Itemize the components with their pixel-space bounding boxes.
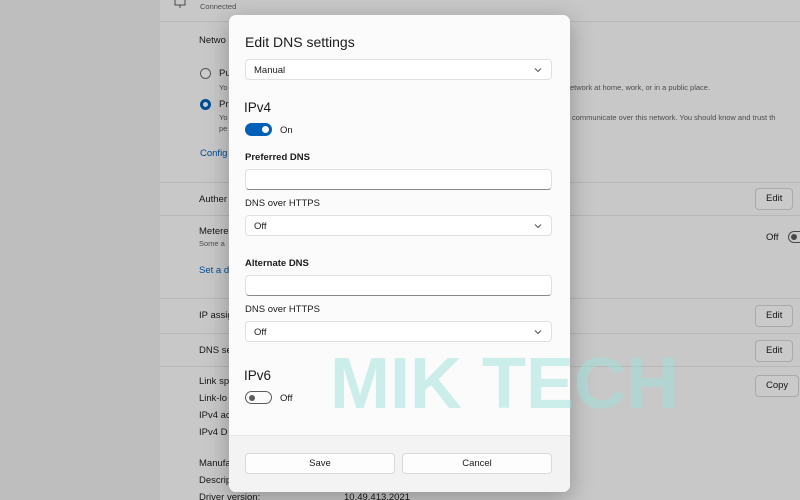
preferred-doh-value: Off — [254, 221, 267, 232]
ipv4-heading: IPv4 — [244, 100, 272, 115]
dialog-footer: Save Cancel — [229, 435, 570, 492]
alternate-dns-label: Alternate DNS — [245, 258, 309, 269]
ipv6-toggle[interactable] — [245, 391, 272, 404]
save-button[interactable]: Save — [245, 453, 395, 474]
alternate-doh-label: DNS over HTTPS — [245, 304, 320, 315]
chevron-down-icon — [534, 224, 542, 229]
dns-mode-select[interactable]: Manual — [245, 59, 552, 80]
chevron-down-icon — [534, 68, 542, 73]
chevron-down-icon — [534, 330, 542, 335]
alternate-doh-select[interactable]: Off — [245, 321, 552, 342]
ipv6-toggle-state: Off — [280, 393, 293, 404]
preferred-dns-label: Preferred DNS — [245, 152, 310, 163]
alternate-doh-value: Off — [254, 327, 267, 338]
alternate-dns-input[interactable] — [245, 275, 552, 296]
dns-mode-value: Manual — [254, 65, 286, 76]
ipv6-heading: IPv6 — [244, 368, 272, 383]
ipv4-toggle-state: On — [280, 125, 293, 136]
edit-dns-dialog: Edit DNS settings Manual IPv4 On Preferr… — [229, 15, 570, 492]
preferred-dns-input[interactable] — [245, 169, 552, 190]
dialog-title: Edit DNS settings — [245, 34, 355, 50]
ipv4-toggle[interactable] — [245, 123, 272, 136]
preferred-doh-select[interactable]: Off — [245, 215, 552, 236]
cancel-button[interactable]: Cancel — [402, 453, 552, 474]
preferred-doh-label: DNS over HTTPS — [245, 198, 320, 209]
